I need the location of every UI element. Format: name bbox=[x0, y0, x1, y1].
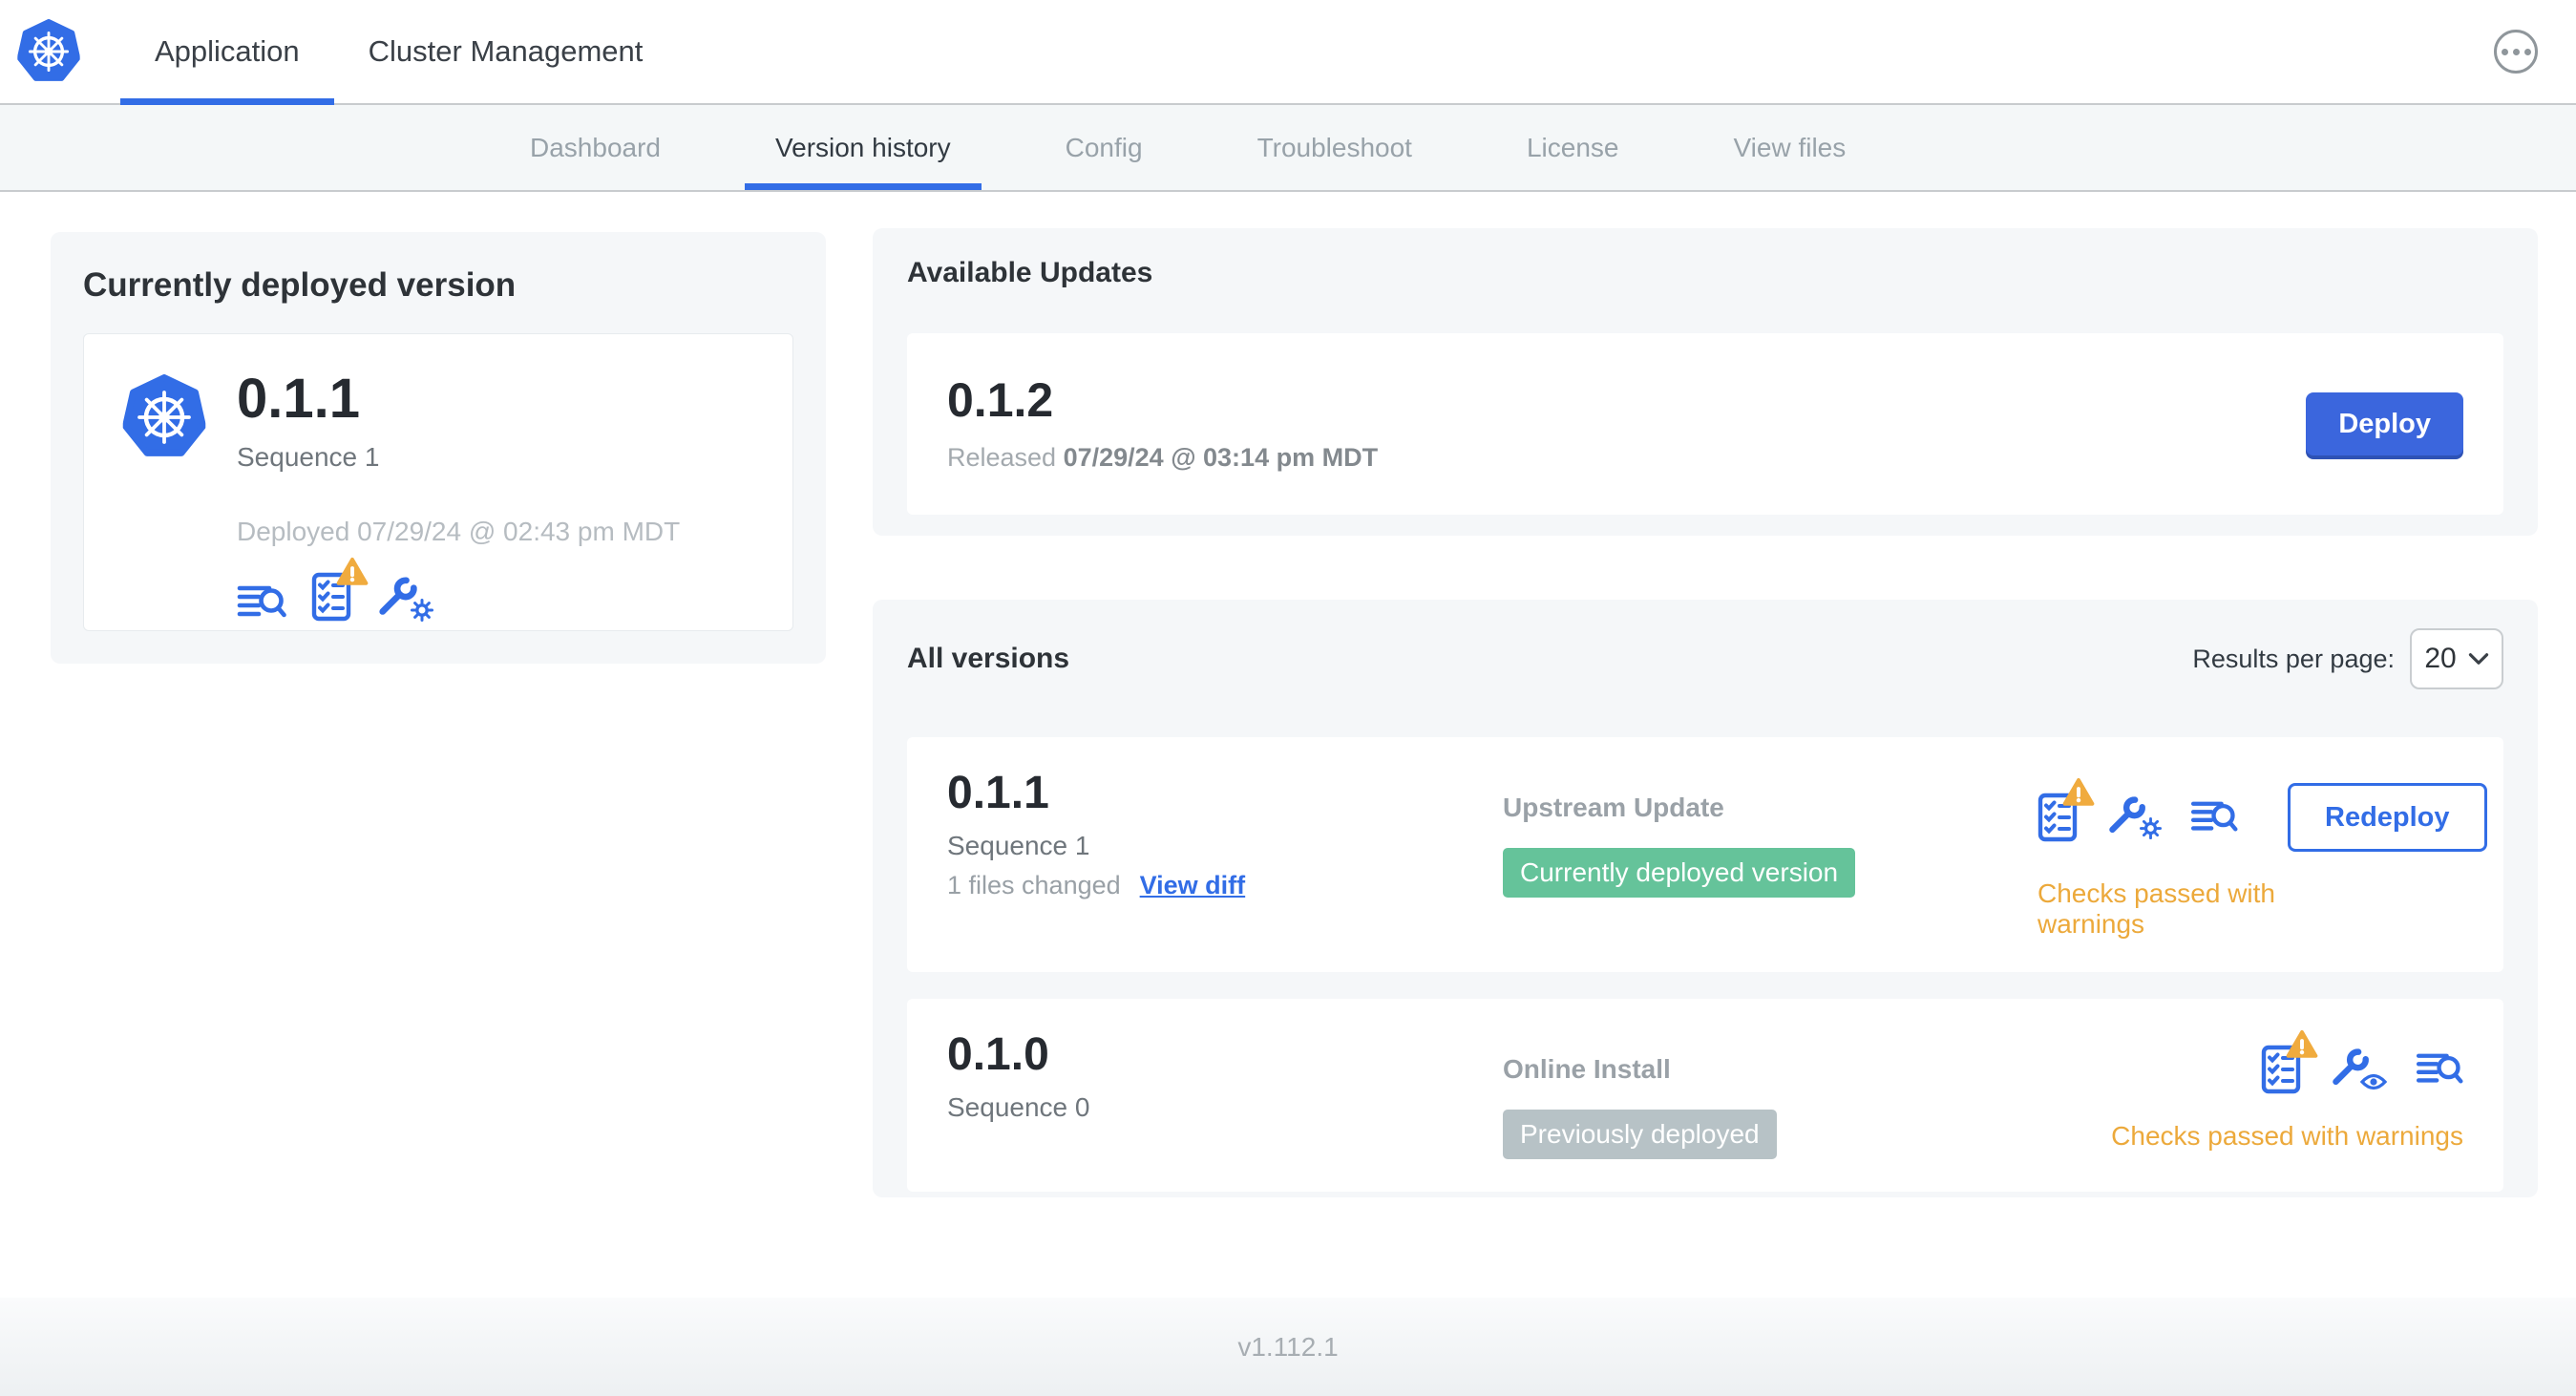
warning-icon bbox=[2286, 1029, 2318, 1060]
subtab-troubleshoot[interactable]: Troubleshoot bbox=[1200, 105, 1469, 190]
update-row: 0.1.2 Released 07/29/24 @ 03:14 pm MDT D… bbox=[907, 333, 2503, 515]
tab-cluster-management[interactable]: Cluster Management bbox=[334, 0, 678, 103]
app-footer: v1.112.1 bbox=[0, 1298, 2576, 1396]
version-source-label: Online Install bbox=[1503, 1054, 1671, 1084]
subtab-view-files[interactable]: View files bbox=[1676, 105, 1903, 190]
view-config-icon[interactable] bbox=[2330, 1047, 2387, 1091]
subtab-version-history[interactable]: Version history bbox=[718, 105, 1008, 190]
row-version-number: 0.1.0 bbox=[947, 1029, 1049, 1080]
ellipsis-icon bbox=[2501, 48, 2508, 55]
currently-deployed-title: Currently deployed version bbox=[83, 266, 517, 304]
preflight-checks-icon[interactable] bbox=[311, 572, 351, 622]
kubernetes-logo bbox=[17, 0, 80, 103]
available-updates-title: Available Updates bbox=[907, 257, 1153, 288]
all-versions-card: All versions Results per page: 20 0.1.1 … bbox=[873, 600, 2538, 1197]
console-version: v1.112.1 bbox=[1237, 1331, 1339, 1362]
preflight-checks-icon[interactable] bbox=[2261, 1045, 2301, 1094]
currently-deployed-card: Currently deployed version 0.1.1 Sequenc… bbox=[51, 232, 826, 664]
version-row-0-1-0: 0.1.0 Sequence 0 Online Install Previous… bbox=[907, 999, 2503, 1192]
version-source-label: Upstream Update bbox=[1503, 793, 1724, 822]
view-diff-link[interactable]: View diff bbox=[1140, 871, 1246, 900]
preflight-checks-icon[interactable] bbox=[2038, 793, 2078, 842]
diff-icon[interactable] bbox=[237, 583, 286, 622]
app-sub-navigation: Dashboard Version history Config Trouble… bbox=[0, 105, 2576, 192]
tab-cluster-management-label: Cluster Management bbox=[368, 34, 644, 68]
tab-application[interactable]: Application bbox=[120, 0, 334, 105]
results-per-page-value: 20 bbox=[2424, 643, 2457, 674]
checks-status-link[interactable]: Checks passed with warnings bbox=[2111, 1121, 2463, 1152]
diff-icon[interactable] bbox=[2190, 799, 2238, 835]
kubernetes-app-icon bbox=[122, 374, 206, 460]
top-navigation: Application Cluster Management bbox=[0, 0, 2576, 105]
diff-icon[interactable] bbox=[2416, 1051, 2463, 1088]
released-label: Released bbox=[947, 442, 1057, 472]
redeploy-button[interactable]: Redeploy bbox=[2288, 783, 2487, 852]
warning-icon bbox=[336, 557, 369, 587]
deployed-sequence: Sequence 1 bbox=[237, 441, 380, 472]
config-icon[interactable] bbox=[2106, 795, 2162, 839]
available-updates-card: Available Updates 0.1.2 Released 07/29/2… bbox=[873, 228, 2538, 536]
overflow-menu-button[interactable] bbox=[2494, 30, 2538, 74]
warning-icon bbox=[2062, 777, 2095, 808]
subtab-license[interactable]: License bbox=[1469, 105, 1677, 190]
version-row-0-1-1: 0.1.1 Sequence 1 1 files changed View di… bbox=[907, 737, 2503, 972]
deployed-version-number: 0.1.1 bbox=[237, 368, 360, 430]
config-icon[interactable] bbox=[376, 576, 433, 622]
subtab-config[interactable]: Config bbox=[1008, 105, 1200, 190]
tab-application-label: Application bbox=[155, 34, 300, 68]
deploy-button[interactable]: Deploy bbox=[2306, 392, 2463, 455]
results-per-page-label: Results per page: bbox=[2192, 644, 2395, 673]
deployed-timestamp: Deployed 07/29/24 @ 02:43 pm MDT bbox=[237, 516, 681, 546]
subtab-dashboard[interactable]: Dashboard bbox=[473, 105, 718, 190]
update-version-number: 0.1.2 bbox=[947, 373, 1054, 428]
previously-deployed-badge: Previously deployed bbox=[1503, 1110, 1777, 1159]
row-version-number: 0.1.1 bbox=[947, 768, 1049, 818]
files-changed-text: 1 files changed bbox=[947, 871, 1121, 900]
results-per-page-select[interactable]: 20 bbox=[2410, 628, 2503, 689]
update-released-line: Released 07/29/24 @ 03:14 pm MDT bbox=[947, 443, 1378, 473]
version-history-page: Currently deployed version 0.1.1 Sequenc… bbox=[0, 194, 2576, 1396]
row-sequence: Sequence 0 bbox=[947, 1092, 1090, 1123]
chevron-down-icon bbox=[2468, 652, 2489, 666]
released-timestamp: 07/29/24 @ 03:14 pm MDT bbox=[1063, 442, 1379, 472]
row-sequence: Sequence 1 bbox=[947, 831, 1090, 861]
all-versions-title: All versions bbox=[907, 643, 1070, 674]
deployed-version-card: 0.1.1 Sequence 1 Deployed 07/29/24 @ 02:… bbox=[83, 333, 793, 631]
currently-deployed-badge: Currently deployed version bbox=[1503, 848, 1856, 898]
checks-status-link[interactable]: Checks passed with warnings bbox=[2038, 878, 2300, 940]
